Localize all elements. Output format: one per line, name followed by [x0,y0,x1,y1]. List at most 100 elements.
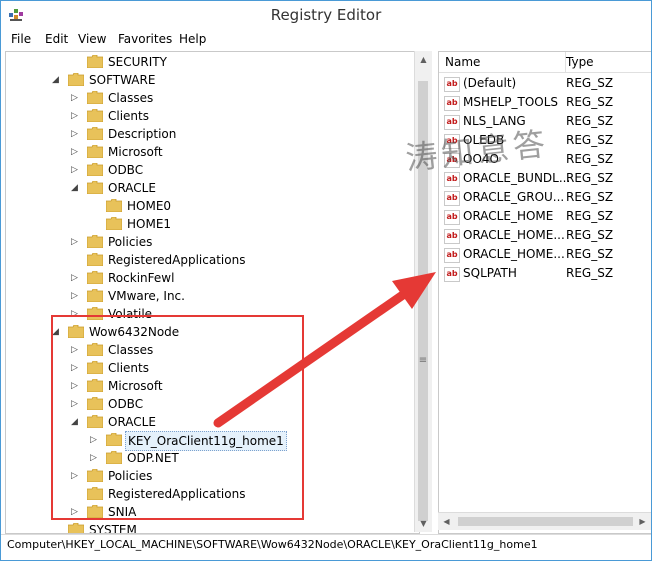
tree-node-label[interactable]: HOME0 [125,197,173,215]
value-type: REG_SZ [566,152,614,166]
string-value-icon: ab [444,267,460,282]
tree-node-label[interactable]: SYSTEM [87,521,139,533]
expand-icon[interactable]: ▷ [70,143,79,161]
value-name: ORACLE_HOME... [463,247,565,261]
tree-node-label[interactable]: SOFTWARE [87,71,157,89]
tree-node[interactable]: ▷ Description [6,125,406,143]
folder-icon [68,73,84,86]
tree-node-label[interactable]: Microsoft [106,143,165,161]
tree-node[interactable]: HOME1 [6,215,406,233]
tree-node-label[interactable]: SECURITY [106,53,169,71]
tree-node[interactable]: ▷ Microsoft [6,143,406,161]
column-header-type[interactable]: Type [566,52,651,73]
menu-edit[interactable]: Edit [45,32,68,46]
column-header-name[interactable]: Name [439,52,566,73]
tree-node[interactable]: ▷ Clients [6,107,406,125]
expand-icon[interactable]: ▷ [70,89,79,107]
value-row[interactable]: ab (Default) REG_SZ [439,74,651,93]
value-type: REG_SZ [566,133,614,147]
folder-icon [87,55,103,68]
tree-node[interactable]: ▷ VMware, Inc. [6,287,406,305]
value-name: SQLPATH [463,266,517,280]
value-type: REG_SZ [566,95,614,109]
tree-node[interactable]: ▷ Classes [6,89,406,107]
folder-icon [87,109,103,122]
value-type: REG_SZ [566,266,614,280]
tree-node-label[interactable]: Policies [106,233,154,251]
value-row[interactable]: ab ORACLE_HOME REG_SZ [439,207,651,226]
hscroll-thumb[interactable] [458,517,633,526]
folder-icon [87,181,103,194]
tree-node[interactable]: SECURITY [6,53,406,71]
tree-node-label[interactable]: RockinFewl [106,269,176,287]
folder-icon [87,163,103,176]
value-type: REG_SZ [566,171,614,185]
value-row[interactable]: ab ORACLE_GROU... REG_SZ [439,188,651,207]
status-path: Computer\HKEY_LOCAL_MACHINE\SOFTWARE\Wow… [7,538,538,551]
value-row[interactable]: ab ORACLE_HOME... REG_SZ [439,226,651,245]
folder-icon [87,235,103,248]
menu-file[interactable]: File [11,32,31,46]
tree-node-label[interactable]: Classes [106,89,155,107]
scroll-down-arrow-icon[interactable]: ▼ [415,515,432,532]
value-name: ORACLE_GROU... [463,190,565,204]
menu-favorites[interactable]: Favorites [118,32,172,46]
tree-node-label[interactable]: Clients [106,107,151,125]
string-value-icon: ab [444,229,460,244]
folder-icon [87,91,103,104]
tree-node[interactable]: RegisteredApplications [6,251,406,269]
expand-icon[interactable]: ▷ [70,287,79,305]
string-value-icon: ab [444,77,460,92]
expand-icon[interactable]: ▷ [70,269,79,287]
value-type: REG_SZ [566,247,614,261]
tree-node-label[interactable]: Description [106,125,178,143]
tree-node-label[interactable]: HOME1 [125,215,173,233]
value-type: REG_SZ [566,209,614,223]
tree-node[interactable]: ▷ RockinFewl [6,269,406,287]
value-name: MSHELP_TOOLS [463,95,559,109]
folder-icon [87,145,103,158]
tree-node[interactable]: SYSTEM [6,521,406,533]
tree-node[interactable]: ◢ ORACLE [6,179,406,197]
collapse-icon[interactable]: ◢ [51,71,60,89]
status-bar: Computer\HKEY_LOCAL_MACHINE\SOFTWARE\Wow… [1,534,651,560]
tree-node[interactable]: ◢ SOFTWARE [6,71,406,89]
folder-icon [106,199,122,212]
scroll-up-arrow-icon[interactable]: ▲ [415,51,432,68]
expand-icon[interactable]: ▷ [70,125,79,143]
tree-node-label[interactable]: ODBC [106,161,145,179]
tree-node-label[interactable]: ORACLE [106,179,158,197]
tree-vertical-scrollbar[interactable]: ▲ ≡ ▼ [414,51,432,532]
menu-help[interactable]: Help [179,32,206,46]
expand-icon[interactable]: ▷ [70,161,79,179]
value-name: (Default) [463,76,517,90]
string-value-icon: ab [444,248,460,263]
value-type: REG_SZ [566,114,614,128]
folder-icon [87,289,103,302]
tree-node-label[interactable]: RegisteredApplications [106,251,247,269]
value-type: REG_SZ [566,190,614,204]
tree-node[interactable]: HOME0 [6,197,406,215]
value-row[interactable]: ab ORACLE_HOME... REG_SZ [439,245,651,264]
folder-icon [106,217,122,230]
folder-icon [87,127,103,140]
tree-node[interactable]: ▷ Policies [6,233,406,251]
folder-icon [68,523,84,533]
scroll-left-arrow-icon[interactable]: ◀ [438,513,455,530]
value-type: REG_SZ [566,228,614,242]
value-row[interactable]: ab MSHELP_TOOLS REG_SZ [439,93,651,112]
menu-view[interactable]: View [78,32,106,46]
collapse-icon[interactable]: ◢ [70,179,79,197]
window-title: Registry Editor [270,6,382,24]
expand-icon[interactable]: ▷ [70,233,79,251]
annotation-highlight-box [51,315,304,520]
menu-bar: File Edit View Favorites Help [1,30,651,50]
expand-icon[interactable]: ▷ [70,107,79,125]
values-horizontal-scrollbar[interactable]: ◀ ▶ [438,512,651,530]
scroll-right-arrow-icon[interactable]: ▶ [634,513,651,530]
value-name: ORACLE_HOME [463,209,554,223]
tree-node[interactable]: ▷ ODBC [6,161,406,179]
tree-node-label[interactable]: VMware, Inc. [106,287,187,305]
value-row[interactable]: ab SQLPATH REG_SZ [439,264,651,283]
string-value-icon: ab [444,96,460,111]
